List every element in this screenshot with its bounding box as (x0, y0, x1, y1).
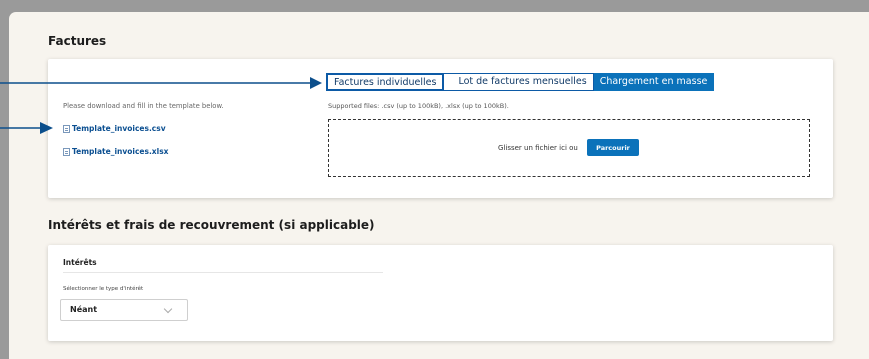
interet-type-select[interactable]: Néant (60, 299, 188, 321)
arrow-to-templates (0, 122, 53, 134)
interets-section-title: Intérêts et frais de recouvrement (si ap… (48, 218, 375, 232)
select-value: Néant (70, 305, 98, 314)
divider (63, 272, 383, 273)
interets-card (48, 245, 833, 341)
chevron-down-icon (163, 304, 173, 314)
select-interet-label: Sélectionner le type d'intérêt (63, 286, 144, 292)
arrow-to-tabs (0, 77, 322, 89)
interets-card-title: Intérêts (63, 258, 97, 267)
